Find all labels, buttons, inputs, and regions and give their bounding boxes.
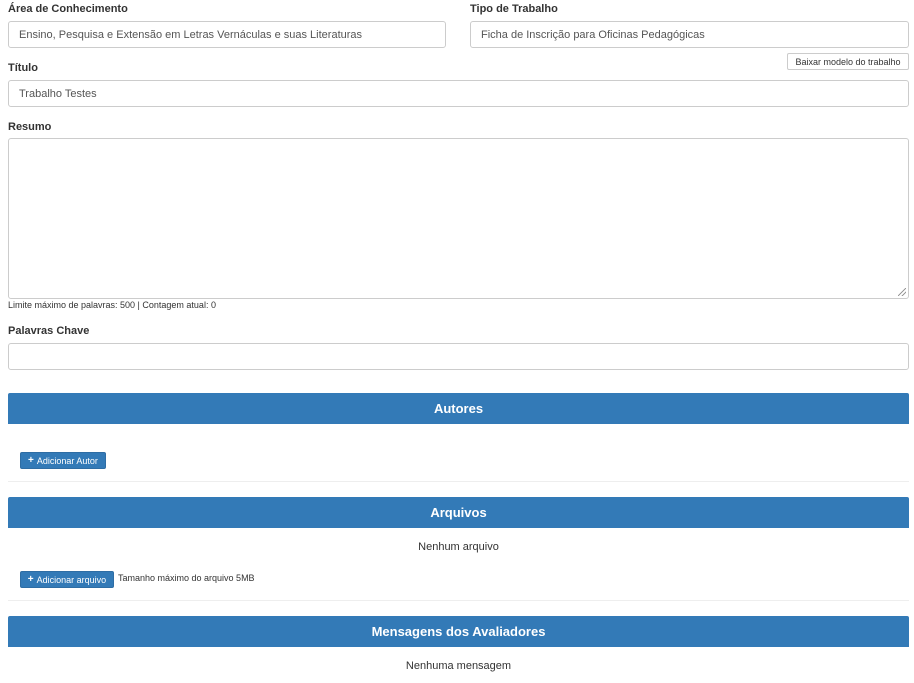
add-file-button[interactable]: + Adicionar arquivo	[20, 571, 114, 588]
arquivos-body	[8, 528, 909, 601]
autores-header: Autores	[8, 393, 909, 424]
add-author-label: Adicionar Autor	[36, 455, 98, 466]
area-label: Área de Conhecimento	[8, 3, 128, 15]
resumo-textarea[interactable]	[8, 138, 909, 299]
no-messages-text: Nenhuma mensagem	[405, 660, 512, 672]
file-size-hint: Tamanho máximo do arquivo 5MB	[118, 573, 255, 583]
tipo-field[interactable]: Ficha de Inscrição para Oficinas Pedagóg…	[470, 21, 909, 48]
area-field[interactable]: Ensino, Pesquisa e Extensão em Letras Ve…	[8, 21, 446, 48]
palavras-label: Palavras Chave	[8, 325, 90, 337]
plus-icon: +	[28, 454, 34, 466]
mensagens-header: Mensagens dos Avaliadores	[8, 616, 909, 647]
no-files-text: Nenhum arquivo	[418, 541, 499, 553]
word-count-hint: Limite máximo de palavras: 500 | Contage…	[8, 300, 216, 310]
resumo-label: Resumo	[8, 121, 52, 133]
titulo-value: Trabalho Testes	[19, 87, 97, 100]
autores-title: Autores	[433, 401, 484, 416]
palavras-input[interactable]	[8, 343, 909, 370]
download-template-button[interactable]: Baixar modelo do trabalho	[787, 53, 909, 70]
tipo-value: Ficha de Inscrição para Oficinas Pedagóg…	[481, 28, 705, 41]
autores-body	[8, 424, 909, 482]
titulo-input[interactable]: Trabalho Testes	[8, 80, 909, 107]
mensagens-title: Mensagens dos Avaliadores	[371, 624, 546, 639]
plus-icon: +	[27, 573, 34, 585]
add-author-button[interactable]: + Adicionar Autor	[20, 452, 106, 469]
tipo-label: Tipo de Trabalho	[470, 3, 558, 15]
add-file-label: Adicionar arquivo	[36, 574, 107, 585]
arquivos-header: Arquivos	[8, 497, 909, 528]
area-value: Ensino, Pesquisa e Extensão em Letras Ve…	[19, 28, 363, 41]
resize-handle[interactable]	[898, 288, 906, 296]
titulo-label: Título	[8, 62, 38, 74]
arquivos-title: Arquivos	[430, 505, 487, 520]
